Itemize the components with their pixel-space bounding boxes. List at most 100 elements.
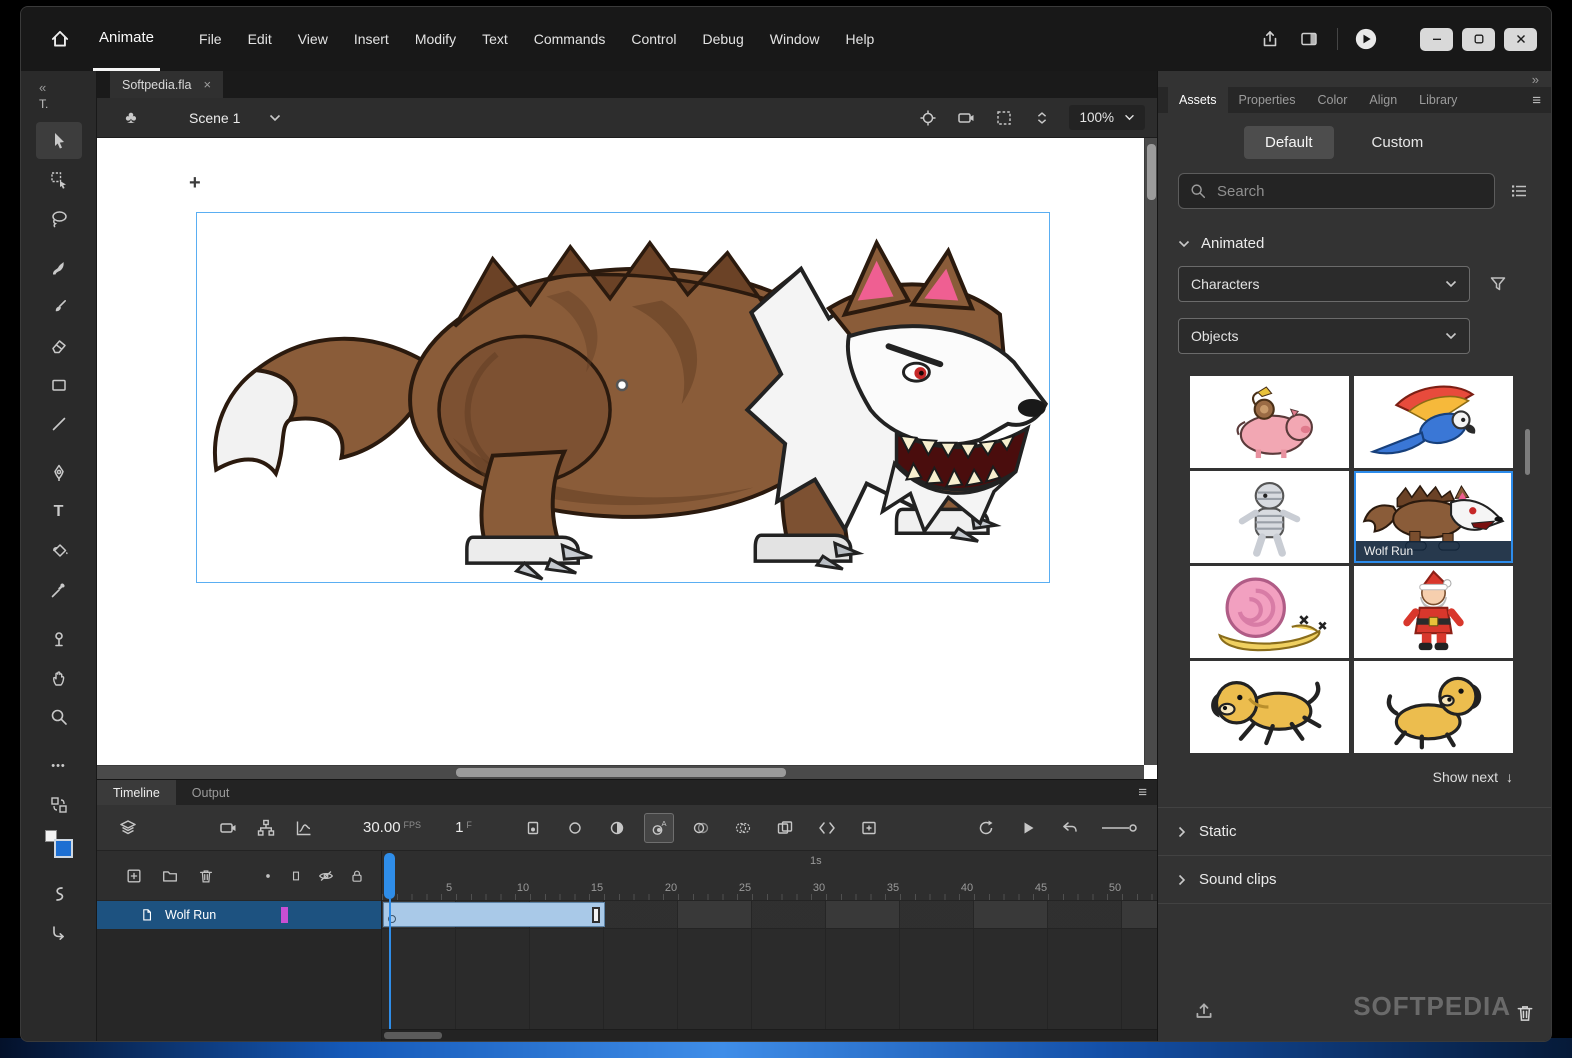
search-box[interactable] [1178,173,1495,209]
delete-layer-button[interactable] [197,867,215,885]
scene-dropdown-button[interactable] [268,114,282,122]
objects-dropdown[interactable]: Objects [1178,318,1470,354]
horizontal-scroll-thumb[interactable] [455,768,786,777]
outline-column-toggle[interactable] [289,869,303,883]
tool-fluid-brush[interactable] [36,249,82,286]
asset-grid-scrollbar[interactable] [1525,429,1530,475]
visibility-column-toggle[interactable] [317,867,335,885]
tool-rectangle[interactable] [36,366,82,403]
stage-horizontal-scrollbar[interactable] [97,765,1144,779]
menu-edit[interactable]: Edit [235,9,285,70]
menu-help[interactable]: Help [833,9,888,70]
tab-library[interactable]: Library [1408,87,1468,113]
stage-selection[interactable] [196,212,1050,583]
section-sound-clips[interactable]: Sound clips [1158,856,1551,903]
stage-vertical-scrollbar[interactable] [1144,138,1157,765]
elbow-arrow-button[interactable] [36,914,82,951]
empty-frames-area[interactable] [382,929,1157,1029]
asset-card-snail[interactable] [1190,566,1349,658]
tool-hand[interactable] [36,659,82,696]
wolf-artwork[interactable] [197,213,1049,582]
tool-classic-brush[interactable] [36,288,82,325]
graph-editor-button[interactable] [289,813,319,843]
tab-output[interactable]: Output [176,780,246,805]
code-snippets-button[interactable] [812,813,842,843]
workspace-toggle-button[interactable] [1298,28,1320,50]
loop-playback-button[interactable] [971,813,1001,843]
timeline-ruler[interactable]: 1s 5 10 15 20 25 30 35 40 45 50 [382,851,1157,901]
insert-blank-keyframe-button[interactable] [560,813,590,843]
tab-timeline[interactable]: Timeline [97,780,176,805]
tools-more-button[interactable]: ••• [36,747,82,784]
timeline-zoom-slider[interactable] [1097,813,1141,843]
layer-outline-color-chip[interactable] [281,907,288,923]
insert-keyframe-button[interactable] [518,813,548,843]
tab-assets[interactable]: Assets [1168,87,1228,113]
asset-card-dog-running[interactable] [1190,661,1349,753]
menu-file[interactable]: File [186,9,235,70]
playhead-handle[interactable] [384,853,395,899]
transform-point[interactable] [615,378,629,392]
layer-frame-strip[interactable] [382,901,1157,929]
timeline-horizontal-scrollbar[interactable] [382,1029,1157,1041]
add-frames-button[interactable] [854,813,884,843]
search-input[interactable] [1179,182,1494,200]
asset-card-parrot[interactable] [1354,376,1513,468]
add-camera-button[interactable] [213,813,243,843]
menu-control[interactable]: Control [618,9,689,70]
insert-frame-button[interactable] [602,813,632,843]
tool-line[interactable] [36,405,82,442]
stage[interactable]: + [97,138,1157,779]
swap-colors-button[interactable] [36,786,82,823]
lock-column-toggle[interactable] [349,868,365,884]
zoom-stepper[interactable] [1031,107,1053,129]
list-view-button[interactable] [1507,179,1531,203]
document-tab[interactable]: Softpedia.fla × [110,71,224,98]
onion-skin-button[interactable] [686,813,716,843]
tool-lasso[interactable] [36,200,82,237]
timeline-panel-menu-button[interactable]: ≡ [1138,784,1147,801]
assets-panel-menu-button[interactable]: ≡ [1532,92,1541,109]
asset-card-wolf-run[interactable]: Wolf Run [1354,471,1513,563]
tab-animate[interactable]: Animate [93,7,161,71]
tool-eraser[interactable] [36,327,82,364]
fps-display[interactable]: 30.00 FPS [363,819,421,836]
menu-view[interactable]: View [285,9,341,70]
filter-button[interactable] [1486,272,1510,296]
asset-card-santa[interactable] [1354,566,1513,658]
node-hierarchy-button[interactable] [251,813,281,843]
asset-card-dog-sitting[interactable] [1354,661,1513,753]
tool-subselection[interactable] [36,161,82,198]
share-button[interactable] [1259,28,1281,50]
highlight-column-toggle[interactable] [261,869,275,883]
minimize-button[interactable] [1420,27,1453,51]
section-animated[interactable]: Animated [1158,209,1551,264]
menu-window[interactable]: Window [757,9,833,70]
close-document-icon[interactable]: × [204,77,212,92]
upload-asset-button[interactable] [1192,999,1216,1023]
section-static[interactable]: Static [1158,808,1551,855]
new-layer-button[interactable] [125,867,143,885]
frames-area[interactable]: 1s 5 10 15 20 25 30 35 40 45 50 [382,851,1157,1041]
onion-outlines-button[interactable] [728,813,758,843]
tool-zoom[interactable] [36,698,82,735]
menu-text[interactable]: Text [469,9,521,70]
camera-button[interactable] [955,107,977,129]
rewind-button[interactable] [1055,813,1085,843]
edit-symbols-button[interactable]: ♣ [117,108,145,128]
tool-eyedropper[interactable] [36,571,82,608]
vertical-scroll-thumb[interactable] [1147,144,1156,200]
auto-keyframe-toggle[interactable]: A [643,812,674,843]
fill-color-control[interactable] [44,830,73,858]
characters-dropdown[interactable]: Characters [1178,266,1470,302]
tool-paint-bucket[interactable] [36,532,82,569]
tools-collapse-button[interactable]: « [21,77,96,94]
layers-panel-button[interactable] [113,813,143,843]
menu-debug[interactable]: Debug [689,9,756,70]
edit-multiple-frames-button[interactable] [770,813,800,843]
play-button[interactable] [1013,813,1043,843]
asset-card-mummy[interactable] [1190,471,1349,563]
maximize-button[interactable] [1462,27,1495,51]
asset-card-pig-monkey[interactable] [1190,376,1349,468]
tool-pen[interactable] [36,454,82,491]
